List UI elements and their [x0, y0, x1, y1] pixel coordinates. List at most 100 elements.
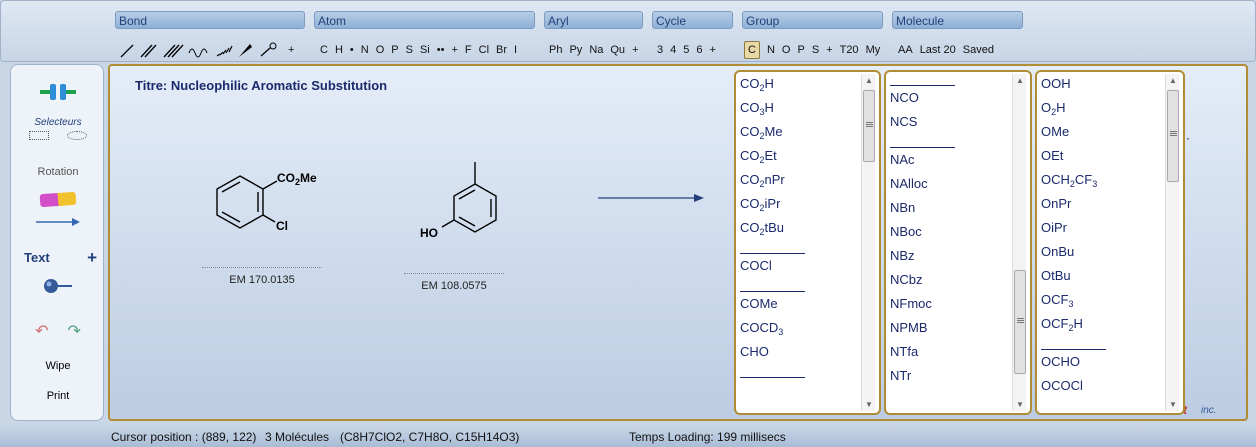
list-item[interactable]: OtBu: [1041, 264, 1161, 288]
carbon-group-list[interactable]: CO2H CO3H CO2Me CO2Et CO2nPr CO2iPr CO2tBu COCl…: [734, 70, 881, 415]
list-item[interactable]: OnPr: [1041, 192, 1161, 216]
atom-p[interactable]: P: [391, 44, 398, 56]
list-item[interactable]: OnBu: [1041, 240, 1161, 264]
atom-s[interactable]: S: [406, 44, 413, 56]
category-molecule[interactable]: Molecule: [892, 11, 1023, 29]
atom-charge[interactable]: +: [451, 44, 457, 56]
list-item[interactable]: NTr: [890, 364, 1008, 388]
list-item[interactable]: NAlloc: [890, 172, 1008, 196]
aryl-plus[interactable]: +: [632, 44, 638, 56]
molecule-saved[interactable]: Saved: [963, 44, 994, 56]
list-item[interactable]: OOH: [1041, 72, 1161, 96]
list-item[interactable]: OCOCl: [1041, 374, 1161, 398]
cycle-plus[interactable]: +: [710, 44, 716, 56]
scroll-thumb[interactable]: [1014, 270, 1026, 374]
eraser-icon[interactable]: [11, 191, 105, 209]
molecule-m-cresol[interactable]: HO: [420, 154, 500, 247]
text-plus-button[interactable]: +: [11, 248, 105, 268]
list-item[interactable]: CO2iPr: [740, 192, 857, 216]
scrollbar[interactable]: ▲ ▼: [861, 74, 875, 411]
list-item[interactable]: NTfa: [890, 340, 1008, 364]
cycle-4[interactable]: 4: [670, 44, 676, 56]
nitrogen-group-list[interactable]: NCO NCS NAc NAlloc NBn NBoc NBz NCbz NFmoc NPMB NT…: [884, 70, 1032, 415]
list-item[interactable]: NBz: [890, 244, 1008, 268]
move-tool-icon[interactable]: [11, 81, 105, 106]
category-bond[interactable]: Bond: [115, 11, 305, 29]
list-item[interactable]: CO2Me: [740, 120, 857, 144]
group-o[interactable]: O: [782, 44, 791, 56]
atom-c[interactable]: C: [320, 44, 328, 56]
list-item[interactable]: NBn: [890, 196, 1008, 220]
list-item[interactable]: CO2Et: [740, 144, 857, 168]
cycle-5[interactable]: 5: [683, 44, 689, 56]
list-item[interactable]: OEt: [1041, 144, 1161, 168]
group-t20[interactable]: T20: [840, 44, 859, 56]
list-item[interactable]: COMe: [740, 292, 857, 316]
scroll-down-icon[interactable]: ▼: [1013, 400, 1027, 409]
atom-o[interactable]: O: [376, 44, 385, 56]
atom-br[interactable]: Br: [496, 44, 507, 56]
list-item[interactable]: NCbz: [890, 268, 1008, 292]
list-item[interactable]: CO2H: [740, 72, 857, 96]
undo-icon[interactable]: ↶: [35, 323, 48, 340]
rotation-label[interactable]: Rotation: [11, 166, 105, 178]
scroll-thumb[interactable]: [1167, 90, 1179, 182]
rectangle-select-icon[interactable]: [29, 131, 50, 140]
cycle-6[interactable]: 6: [696, 44, 702, 56]
molecule-last20[interactable]: Last 20: [920, 44, 956, 56]
list-item[interactable]: CO3H: [740, 96, 857, 120]
scroll-thumb[interactable]: [863, 90, 875, 162]
oxygen-group-list[interactable]: OOH O2H OMe OEt OCH2CF3 OnPr OiPr OnBu OtBu OCF3 O…: [1035, 70, 1185, 415]
scroll-up-icon[interactable]: ▲: [862, 76, 876, 85]
arrow-tool-icon[interactable]: [11, 217, 105, 230]
category-atom[interactable]: Atom: [314, 11, 535, 29]
scrollbar[interactable]: ▲ ▼: [1012, 74, 1026, 411]
atom-h[interactable]: H: [335, 44, 343, 56]
list-item[interactable]: NBoc: [890, 220, 1008, 244]
wipe-button[interactable]: Wipe: [11, 360, 105, 372]
atom-lone-pair[interactable]: ••: [437, 44, 445, 56]
list-item[interactable]: OCH2CF3: [1041, 168, 1161, 192]
aryl-py[interactable]: Py: [569, 44, 582, 56]
scroll-up-icon[interactable]: ▲: [1013, 76, 1027, 85]
group-c[interactable]: C: [744, 41, 760, 59]
scroll-up-icon[interactable]: ▲: [1166, 76, 1180, 85]
molecule-methyl-chlorobenzoate[interactable]: CO2Me Cl: [205, 161, 335, 244]
list-item[interactable]: O2H: [1041, 96, 1161, 120]
atom-si[interactable]: Si: [420, 44, 430, 56]
category-cycle[interactable]: Cycle: [652, 11, 733, 29]
list-item[interactable]: OMe: [1041, 120, 1161, 144]
scrollbar[interactable]: ▲ ▼: [1165, 74, 1179, 411]
scroll-down-icon[interactable]: ▼: [862, 400, 876, 409]
list-item[interactable]: OiPr: [1041, 216, 1161, 240]
bond-icons[interactable]: [119, 41, 284, 59]
pin-tool-icon[interactable]: [11, 276, 105, 299]
bond-plus-button[interactable]: +: [288, 44, 294, 56]
group-s[interactable]: S: [812, 44, 819, 56]
atom-n[interactable]: N: [361, 44, 369, 56]
atom-radical[interactable]: •: [350, 44, 354, 56]
aryl-qu[interactable]: Qu: [610, 44, 625, 56]
lasso-select-icon[interactable]: [66, 131, 87, 140]
molecule-aa[interactable]: AA: [898, 44, 913, 56]
reaction-arrow[interactable]: [596, 192, 706, 204]
list-item[interactable]: COCD3: [740, 316, 857, 340]
aryl-na[interactable]: Na: [589, 44, 603, 56]
list-item[interactable]: OCHO: [1041, 350, 1161, 374]
category-aryl[interactable]: Aryl: [544, 11, 643, 29]
atom-i[interactable]: I: [514, 44, 517, 56]
list-item[interactable]: NPMB: [890, 316, 1008, 340]
group-n[interactable]: N: [767, 44, 775, 56]
scroll-down-icon[interactable]: ▼: [1166, 400, 1180, 409]
list-item[interactable]: OCF3: [1041, 288, 1161, 312]
redo-icon[interactable]: ↷: [68, 323, 81, 340]
category-group[interactable]: Group: [742, 11, 883, 29]
list-item[interactable]: NFmoc: [890, 292, 1008, 316]
atom-cl[interactable]: Cl: [479, 44, 489, 56]
list-item[interactable]: NCO: [890, 86, 1008, 110]
list-item[interactable]: NAc: [890, 148, 1008, 172]
list-item[interactable]: CO2nPr: [740, 168, 857, 192]
group-my[interactable]: My: [866, 44, 881, 56]
group-p[interactable]: P: [797, 44, 804, 56]
cycle-3[interactable]: 3: [657, 44, 663, 56]
